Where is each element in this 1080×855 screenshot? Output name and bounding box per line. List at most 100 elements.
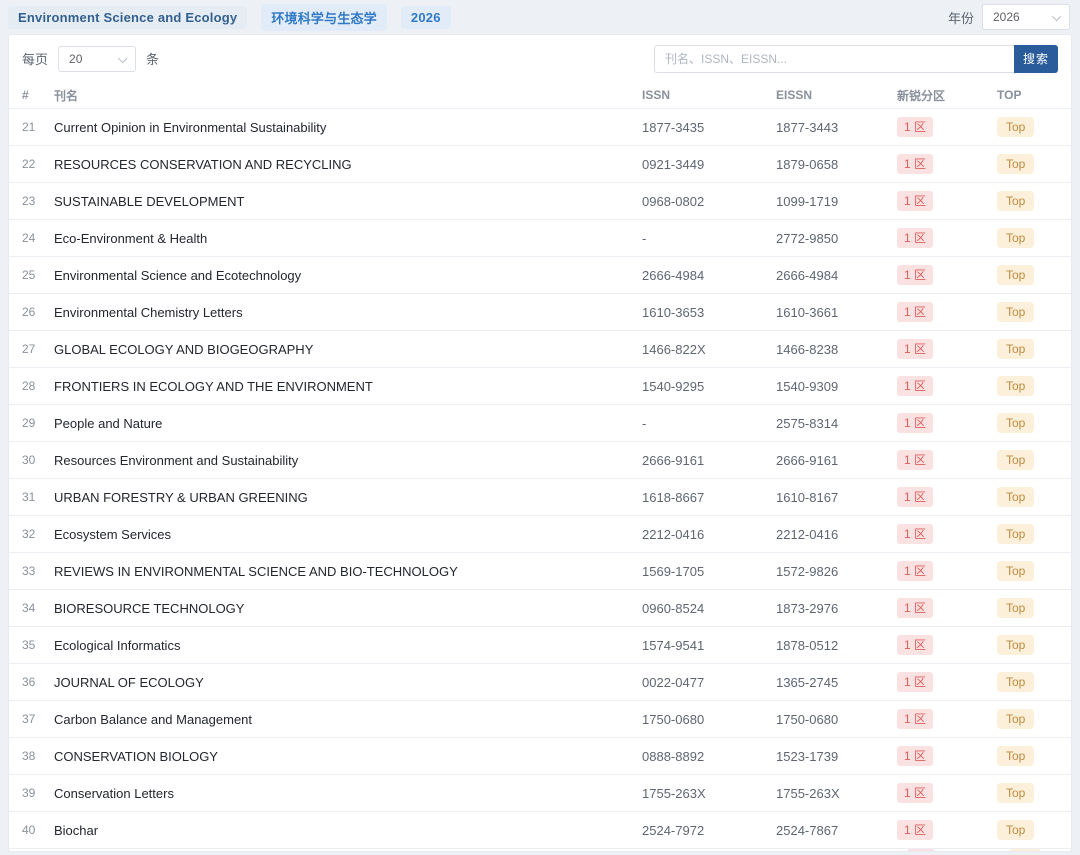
issn-cell: 0888-8892 bbox=[642, 749, 776, 764]
tier-badge: 1 区 bbox=[897, 265, 933, 285]
issn-cell: 1574-9541 bbox=[642, 638, 776, 653]
issn-cell: 2212-0416 bbox=[642, 527, 776, 542]
column-header-eissn: EISSN bbox=[776, 88, 897, 102]
journal-name[interactable]: Environmental Science and Ecotechnology bbox=[54, 268, 642, 283]
eissn-cell: 2772-9850 bbox=[776, 231, 897, 246]
eissn-cell: 1877-3443 bbox=[776, 120, 897, 135]
tier-badge: 1 区 bbox=[897, 117, 933, 137]
rank-cell: 34 bbox=[22, 601, 54, 615]
search-group: 搜索 bbox=[654, 45, 1058, 73]
top-badge: Top bbox=[997, 561, 1034, 581]
rank-cell: 33 bbox=[22, 564, 54, 578]
rank-cell: 25 bbox=[22, 268, 54, 282]
top-badge: Top bbox=[997, 450, 1034, 470]
tier-badge: 1 区 bbox=[897, 302, 933, 322]
per-page-select[interactable]: 20 bbox=[58, 46, 136, 72]
column-header-issn: ISSN bbox=[642, 88, 776, 102]
journal-name[interactable]: GLOBAL ECOLOGY AND BIOGEOGRAPHY bbox=[54, 342, 642, 357]
table-row: 22 RESOURCES CONSERVATION AND RECYCLING … bbox=[9, 146, 1071, 183]
issn-cell: 1610-3653 bbox=[642, 305, 776, 320]
journal-name[interactable]: CONSERVATION BIOLOGY bbox=[54, 749, 642, 764]
eissn-cell: 1610-8167 bbox=[776, 490, 897, 505]
tier-badge: 1 区 bbox=[897, 524, 933, 544]
eissn-cell: 2666-4984 bbox=[776, 268, 897, 283]
issn-cell: 1755-263X bbox=[642, 786, 776, 801]
journal-name[interactable]: Ecological Informatics bbox=[54, 638, 642, 653]
eissn-cell: 1878-0512 bbox=[776, 638, 897, 653]
eissn-cell: 1879-0658 bbox=[776, 157, 897, 172]
year-select[interactable]: 2026 bbox=[982, 4, 1070, 30]
search-input[interactable] bbox=[654, 45, 1014, 73]
issn-cell: 2524-7972 bbox=[642, 823, 776, 838]
journal-name[interactable]: Biochar bbox=[54, 823, 642, 838]
top-badge: Top bbox=[997, 228, 1034, 248]
partial-top-badge bbox=[1009, 849, 1041, 852]
column-header-tier: 新锐分区 bbox=[897, 87, 997, 104]
journal-name[interactable]: Conservation Letters bbox=[54, 786, 642, 801]
tier-badge: 1 区 bbox=[897, 487, 933, 507]
top-badge: Top bbox=[997, 265, 1034, 285]
table-body: 21 Current Opinion in Environmental Sust… bbox=[9, 109, 1071, 849]
top-badge: Top bbox=[997, 746, 1034, 766]
per-page-label: 每页 bbox=[22, 49, 48, 68]
journal-name[interactable]: RESOURCES CONSERVATION AND RECYCLING bbox=[54, 157, 642, 172]
issn-cell: 1540-9295 bbox=[642, 379, 776, 394]
table-toolbar: 每页 20 条 搜索 bbox=[9, 35, 1071, 82]
per-page-unit-label: 条 bbox=[146, 49, 159, 68]
issn-cell: 0968-0802 bbox=[642, 194, 776, 209]
issn-cell: 1466-822X bbox=[642, 342, 776, 357]
eissn-cell: 2524-7867 bbox=[776, 823, 897, 838]
table-row: 27 GLOBAL ECOLOGY AND BIOGEOGRAPHY 1466-… bbox=[9, 331, 1071, 368]
issn-cell: 1569-1705 bbox=[642, 564, 776, 579]
filter-bar: Environment Science and Ecology 环境科学与生态学… bbox=[0, 0, 1080, 34]
journal-name[interactable]: Eco-Environment & Health bbox=[54, 231, 642, 246]
search-button[interactable]: 搜索 bbox=[1014, 45, 1058, 73]
tier-badge: 1 区 bbox=[897, 709, 933, 729]
top-badge: Top bbox=[997, 376, 1034, 396]
table-row: 30 Resources Environment and Sustainabil… bbox=[9, 442, 1071, 479]
top-badge: Top bbox=[997, 487, 1034, 507]
journal-name[interactable]: REVIEWS IN ENVIRONMENTAL SCIENCE AND BIO… bbox=[54, 564, 642, 579]
journal-name[interactable]: FRONTIERS IN ECOLOGY AND THE ENVIRONMENT bbox=[54, 379, 642, 394]
partial-tier-badge bbox=[907, 849, 935, 852]
year-label: 年份 bbox=[948, 8, 974, 27]
journal-name[interactable]: JOURNAL OF ECOLOGY bbox=[54, 675, 642, 690]
tier-badge: 1 区 bbox=[897, 376, 933, 396]
year-chip: 2026 bbox=[401, 6, 451, 29]
journal-name[interactable]: Carbon Balance and Management bbox=[54, 712, 642, 727]
rank-cell: 21 bbox=[22, 120, 54, 134]
eissn-cell: 1365-2745 bbox=[776, 675, 897, 690]
table-row: 21 Current Opinion in Environmental Sust… bbox=[9, 109, 1071, 146]
eissn-cell: 1099-1719 bbox=[776, 194, 897, 209]
journal-name[interactable]: Resources Environment and Sustainability bbox=[54, 453, 642, 468]
top-badge: Top bbox=[997, 635, 1034, 655]
tier-badge: 1 区 bbox=[897, 339, 933, 359]
journal-name[interactable]: URBAN FORESTRY & URBAN GREENING bbox=[54, 490, 642, 505]
tier-badge: 1 区 bbox=[897, 746, 933, 766]
journal-table-card: 每页 20 条 搜索 # 刊名 ISSN EISSN 新锐分区 TOP 21 C… bbox=[8, 34, 1072, 852]
journal-name[interactable]: People and Nature bbox=[54, 416, 642, 431]
journal-name[interactable]: Environmental Chemistry Letters bbox=[54, 305, 642, 320]
chevron-down-icon bbox=[1052, 12, 1061, 21]
tier-badge: 1 区 bbox=[897, 598, 933, 618]
issn-cell: - bbox=[642, 231, 776, 246]
top-badge: Top bbox=[997, 154, 1034, 174]
journal-name[interactable]: Ecosystem Services bbox=[54, 527, 642, 542]
issn-cell: 0960-8524 bbox=[642, 601, 776, 616]
column-header-top: TOP bbox=[997, 88, 1071, 102]
table-row: 28 FRONTIERS IN ECOLOGY AND THE ENVIRONM… bbox=[9, 368, 1071, 405]
tier-badge: 1 区 bbox=[897, 783, 933, 803]
rank-cell: 27 bbox=[22, 342, 54, 356]
eissn-cell: 1466-8238 bbox=[776, 342, 897, 357]
tier-badge: 1 区 bbox=[897, 154, 933, 174]
top-badge: Top bbox=[997, 413, 1034, 433]
top-badge: Top bbox=[997, 820, 1034, 840]
per-page-value: 20 bbox=[69, 52, 82, 66]
issn-cell: 1750-0680 bbox=[642, 712, 776, 727]
journal-name[interactable]: Current Opinion in Environmental Sustain… bbox=[54, 120, 642, 135]
eissn-cell: 1540-9309 bbox=[776, 379, 897, 394]
rank-cell: 35 bbox=[22, 638, 54, 652]
journal-name[interactable]: SUSTAINABLE DEVELOPMENT bbox=[54, 194, 642, 209]
table-row: 31 URBAN FORESTRY & URBAN GREENING 1618-… bbox=[9, 479, 1071, 516]
journal-name[interactable]: BIORESOURCE TECHNOLOGY bbox=[54, 601, 642, 616]
